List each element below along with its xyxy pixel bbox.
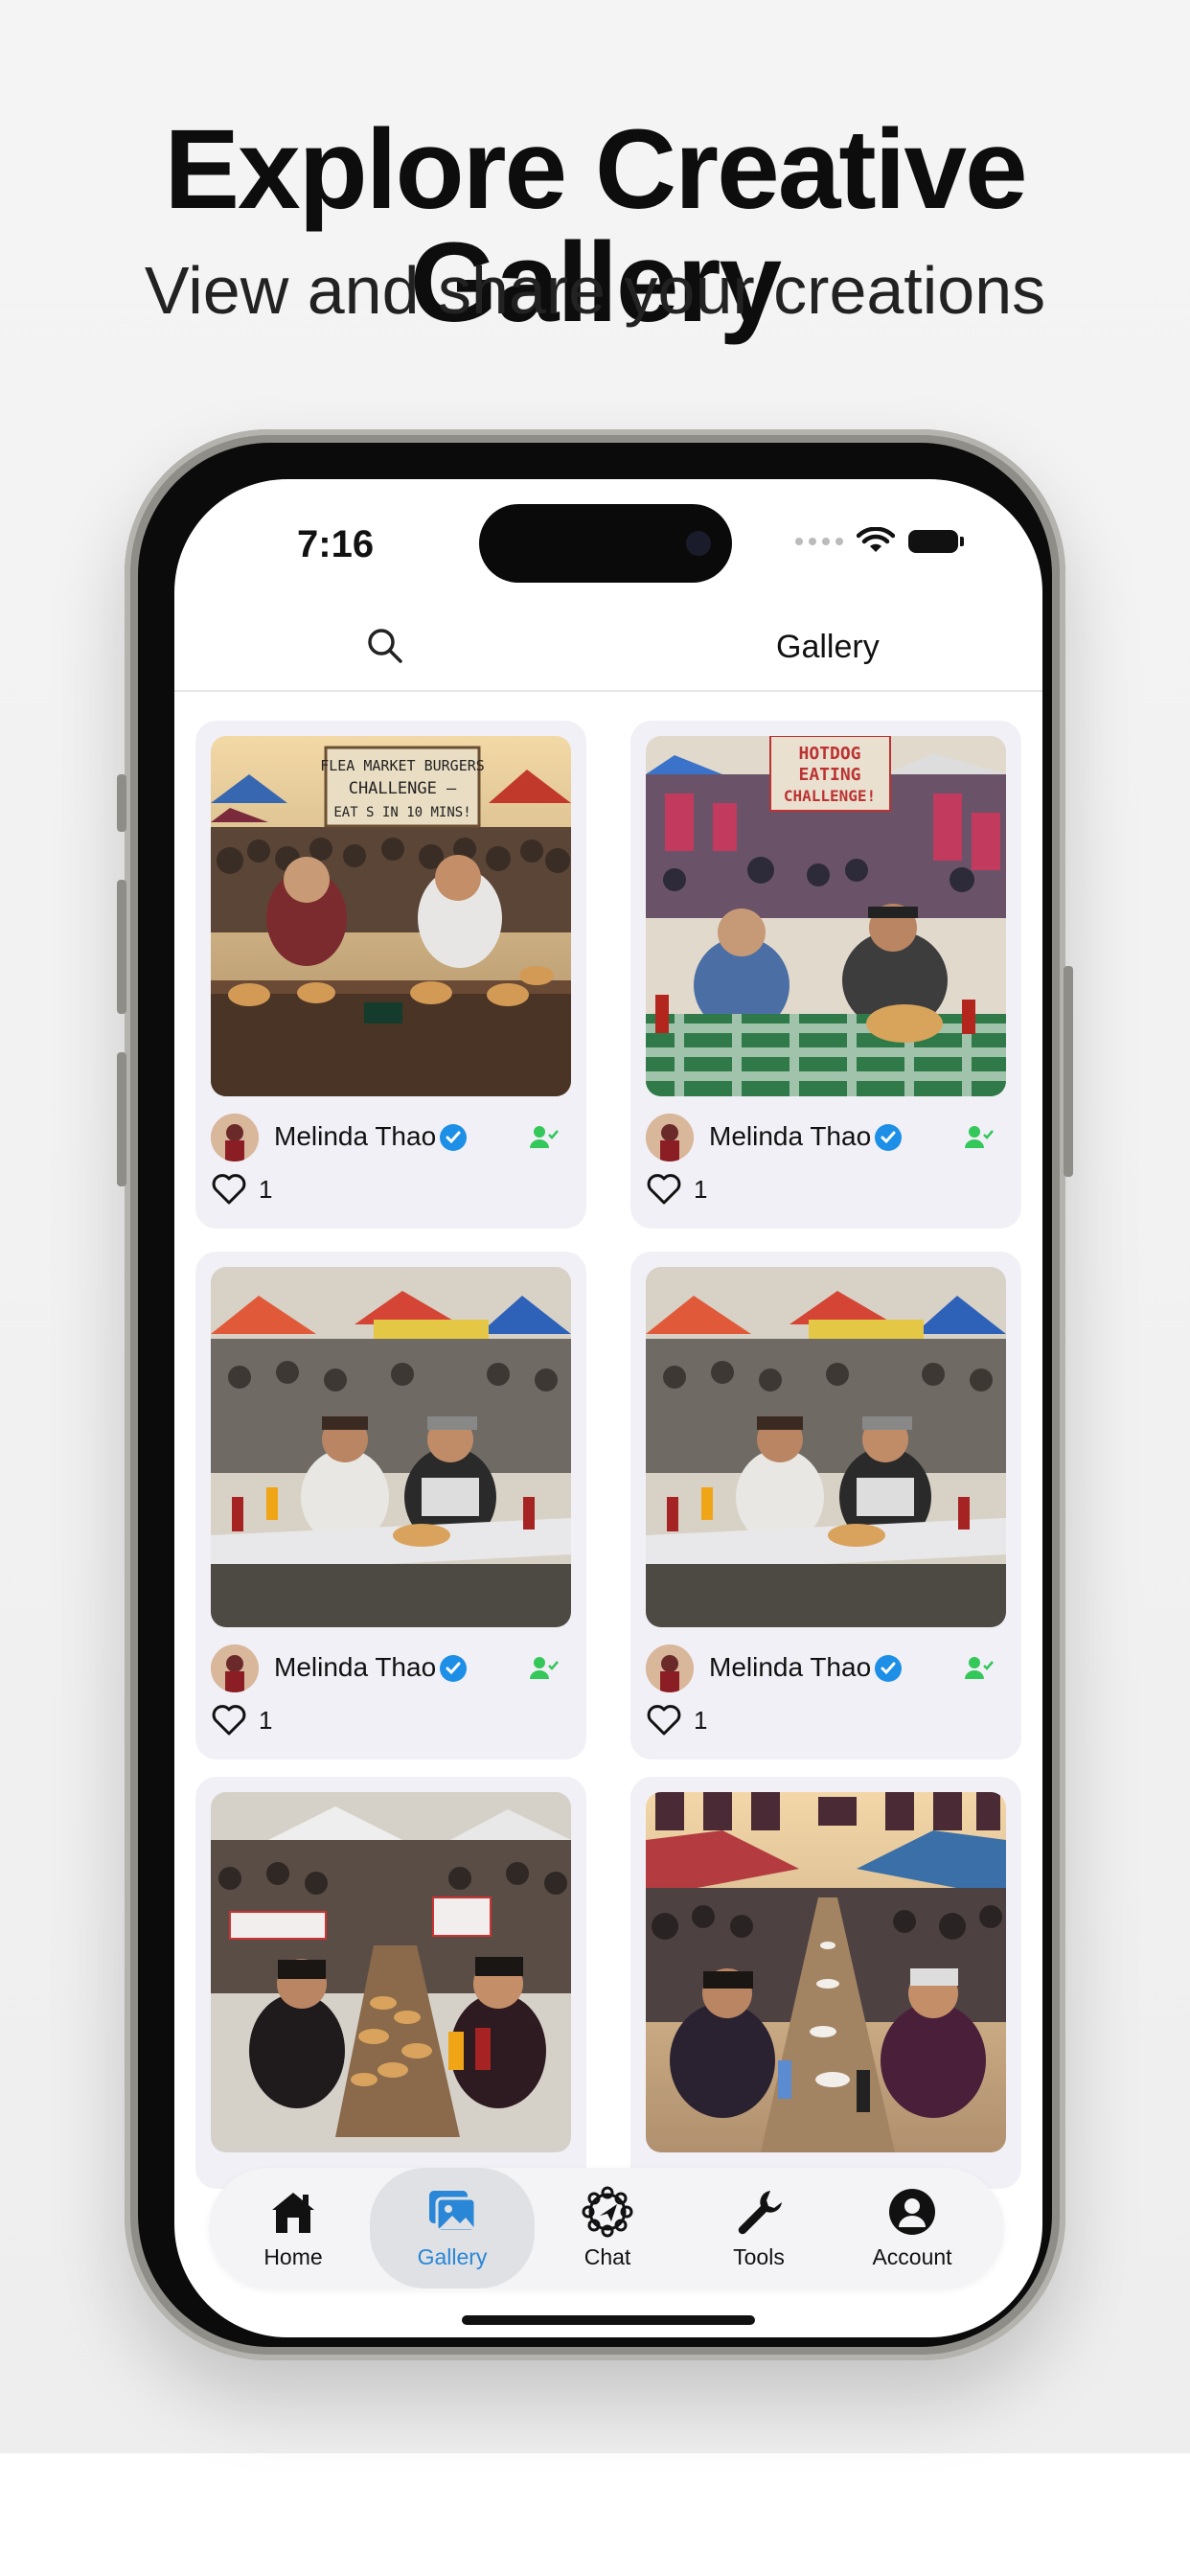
post-image (646, 1267, 1006, 1627)
photo-sign-text: FLEA MARKET BURGERS (320, 757, 485, 774)
like-heart-icon[interactable] (646, 1704, 682, 1736)
follow-user-icon[interactable] (529, 1654, 560, 1681)
status-icons (795, 527, 964, 556)
verified-badge-icon (875, 1124, 902, 1151)
wifi-icon (857, 527, 895, 552)
username[interactable]: Melinda Thao (709, 1652, 871, 1683)
like-heart-icon[interactable] (211, 1173, 247, 1206)
post-photo[interactable] (211, 1267, 571, 1627)
tools-icon (738, 2191, 782, 2235)
tab-gallery[interactable]: Gallery (370, 2168, 535, 2288)
photo-sign-text: HOTDOG (798, 744, 860, 764)
follow-user-icon[interactable] (529, 1123, 560, 1150)
page-title: Gallery (776, 629, 880, 665)
photo-sign-text: CHALLENGE! (784, 787, 876, 805)
post-image: HOTDOG EATING CHALLENGE! (646, 736, 1006, 1096)
gallery-icon (429, 2191, 477, 2233)
avatar[interactable] (211, 1644, 259, 1692)
volume-up-button (117, 880, 126, 1014)
background-footer (0, 2453, 1190, 2576)
tab-tools[interactable]: Tools (682, 2168, 835, 2288)
search-icon[interactable] (364, 625, 406, 667)
post-photo[interactable] (211, 1792, 571, 2152)
bottom-tab-bar: Home Gallery Chat Tools Account (209, 2168, 1004, 2288)
tab-account[interactable]: Account (835, 2168, 989, 2288)
post-photo[interactable]: FLEA MARKET BURGERS CHALLENGE – EAT S IN… (211, 736, 571, 1096)
account-icon (889, 2189, 935, 2235)
nav-bar (174, 610, 1042, 692)
home-icon (272, 2193, 314, 2233)
gallery-card[interactable] (630, 1777, 1021, 2189)
gallery-card[interactable]: Melinda Thao 1 (195, 1252, 586, 1760)
avatar[interactable] (646, 1644, 694, 1692)
phone-frame: 7:16 Gallery FLEA MARKET BURGERS CHALLEN… (117, 429, 1073, 2360)
avatar[interactable] (646, 1114, 694, 1162)
like-heart-icon[interactable] (646, 1173, 682, 1206)
chat-icon (582, 2186, 633, 2238)
promo-subhead: View and share your creations (144, 253, 1046, 328)
phone-screen: 7:16 Gallery FLEA MARKET BURGERS CHALLEN… (174, 479, 1042, 2337)
tab-label: Tools (733, 2244, 785, 2269)
post-photo[interactable]: HOTDOG EATING CHALLENGE! (646, 736, 1006, 1096)
verified-badge-icon (875, 1655, 902, 1682)
home-indicator[interactable] (462, 2315, 755, 2325)
like-count: 1 (694, 1175, 708, 1204)
follow-user-icon[interactable] (964, 1654, 995, 1681)
like-count: 1 (694, 1706, 708, 1735)
like-heart-icon[interactable] (211, 1704, 247, 1736)
tab-chat[interactable]: Chat (531, 2168, 684, 2288)
follow-user-icon[interactable] (964, 1123, 995, 1150)
volume-down-button (117, 1052, 126, 1186)
tab-label: Chat (584, 2244, 631, 2269)
gallery-card[interactable]: HOTDOG EATING CHALLENGE! Melinda Thao 1 (630, 721, 1021, 1229)
verified-badge-icon (440, 1124, 467, 1151)
tab-label: Home (263, 2244, 323, 2269)
camera-icon (686, 531, 711, 556)
username[interactable]: Melinda Thao (274, 1121, 436, 1152)
post-photo[interactable] (646, 1792, 1006, 2152)
gallery-card[interactable] (195, 1777, 586, 2189)
post-image: FLEA MARKET BURGERS CHALLENGE – EAT S IN… (211, 736, 571, 1096)
photo-sign-text: CHALLENGE – (349, 779, 457, 798)
photo-sign-text: EATING (798, 765, 860, 785)
post-photo[interactable] (646, 1267, 1006, 1627)
post-image (211, 1267, 571, 1627)
power-button (1064, 966, 1073, 1177)
signal-icon (795, 538, 843, 545)
like-count: 1 (259, 1706, 273, 1735)
post-image (211, 1792, 571, 2152)
tab-label: Gallery (417, 2244, 488, 2269)
gallery-card[interactable]: FLEA MARKET BURGERS CHALLENGE – EAT S IN… (195, 721, 586, 1229)
side-button (117, 774, 126, 832)
username[interactable]: Melinda Thao (709, 1121, 871, 1152)
tab-home[interactable]: Home (217, 2168, 370, 2288)
like-count: 1 (259, 1175, 273, 1204)
tab-label: Account (872, 2244, 952, 2269)
status-time: 7:16 (297, 523, 375, 565)
post-image (646, 1792, 1006, 2152)
avatar[interactable] (211, 1114, 259, 1162)
phone-bezel: 7:16 Gallery FLEA MARKET BURGERS CHALLEN… (138, 443, 1052, 2347)
verified-badge-icon (440, 1655, 467, 1682)
gallery-card[interactable]: Melinda Thao 1 (630, 1252, 1021, 1760)
username[interactable]: Melinda Thao (274, 1652, 436, 1683)
dynamic-island (479, 504, 732, 583)
photo-sign-text: EAT S IN 10 MINS! (333, 805, 470, 820)
battery-icon (908, 530, 964, 553)
